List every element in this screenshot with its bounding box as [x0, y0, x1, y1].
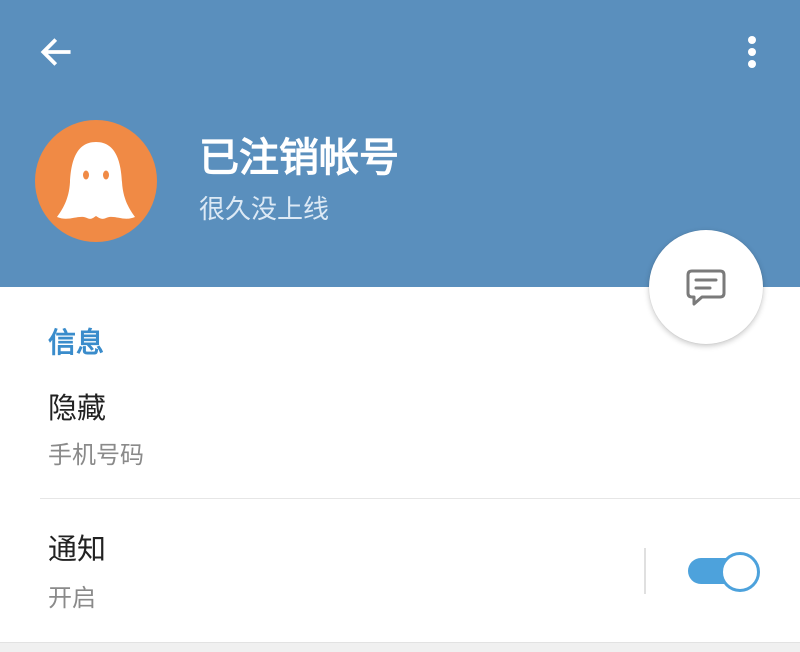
more-options-button[interactable]	[726, 26, 778, 78]
phone-number-value: 隐藏	[48, 391, 107, 425]
notifications-title: 通知	[48, 532, 107, 566]
profile-screen: 已注销帐号 很久没上线 信息 隐藏 手机号码 通知 开启	[0, 0, 800, 652]
phone-number-row[interactable]: 隐藏 手机号码	[0, 372, 800, 498]
phone-number-label: 手机号码	[48, 441, 144, 469]
notifications-status: 开启	[48, 584, 96, 612]
profile-name: 已注销帐号	[199, 135, 399, 181]
toggle-knob	[720, 552, 760, 592]
section-bottom-shadow	[0, 642, 800, 652]
ghost-icon	[57, 142, 135, 219]
back-button[interactable]	[30, 26, 82, 78]
arrow-left-icon	[40, 38, 71, 66]
message-icon	[686, 269, 726, 306]
avatar[interactable]	[35, 120, 157, 242]
more-vertical-icon	[748, 36, 756, 68]
notifications-row[interactable]: 通知 开启	[0, 499, 800, 643]
info-section-title: 信息	[48, 326, 105, 359]
last-seen-status: 很久没上线	[199, 195, 330, 225]
toggle-separator	[644, 548, 646, 594]
send-message-button[interactable]	[649, 230, 763, 344]
notifications-toggle[interactable]	[686, 551, 760, 592]
